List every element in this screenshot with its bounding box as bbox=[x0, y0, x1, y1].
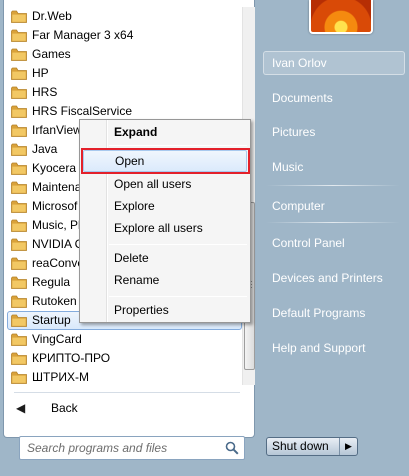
program-folder-label: Dr.Web bbox=[32, 9, 72, 23]
folder-icon bbox=[11, 352, 27, 365]
folder-icon bbox=[11, 67, 27, 80]
right-separator bbox=[266, 185, 400, 186]
menu-separator bbox=[109, 244, 247, 245]
computer-link[interactable]: Computer bbox=[263, 194, 405, 218]
program-folder-label: ШТРИХ-М bbox=[32, 370, 89, 384]
search-input[interactable] bbox=[20, 437, 220, 459]
menu-item-rename[interactable]: Rename bbox=[83, 269, 247, 291]
folder-icon bbox=[11, 124, 27, 137]
program-folder-label: Games bbox=[32, 47, 71, 61]
program-folder-label: Java bbox=[32, 142, 58, 156]
folder-icon bbox=[11, 86, 27, 99]
program-folder-label: Regula bbox=[32, 275, 71, 289]
shutdown-options-arrow-icon[interactable]: ▶ bbox=[339, 438, 357, 455]
folder-icon bbox=[11, 238, 27, 251]
program-folder-item[interactable]: HP bbox=[4, 64, 242, 83]
pictures-link[interactable]: Pictures bbox=[263, 120, 405, 144]
folder-icon bbox=[11, 105, 27, 118]
program-folder-item[interactable]: VingCard bbox=[4, 330, 242, 349]
program-folder-label: Maintena bbox=[32, 180, 82, 194]
back-arrow-icon: ◀ bbox=[16, 401, 26, 415]
shutdown-button[interactable]: Shut down ▶ bbox=[266, 437, 358, 456]
devices-and-printers-link[interactable]: Devices and Printers bbox=[263, 266, 405, 290]
user-avatar[interactable] bbox=[309, 0, 373, 34]
folder-icon bbox=[11, 143, 27, 156]
program-folder-item[interactable]: HRS bbox=[4, 83, 242, 102]
program-folder-item[interactable]: ШТРИХ-М bbox=[4, 368, 242, 387]
program-folder-item[interactable]: Far Manager 3 x64 bbox=[4, 26, 242, 45]
program-folder-label: HP bbox=[32, 66, 49, 80]
folder-icon bbox=[11, 29, 27, 42]
shutdown-label: Shut down bbox=[272, 439, 329, 453]
folder-icon bbox=[11, 276, 27, 289]
open-highlight-annotation bbox=[81, 148, 250, 174]
program-folder-label: IrfanView bbox=[32, 123, 82, 137]
folder-icon bbox=[11, 219, 27, 232]
folder-icon bbox=[11, 314, 27, 327]
program-folder-label: NVIDIA C bbox=[32, 237, 84, 251]
user-name-link[interactable]: Ivan Orlov bbox=[263, 51, 405, 75]
documents-link[interactable]: Documents bbox=[263, 86, 405, 110]
program-folder-label: Music, Pl bbox=[32, 218, 81, 232]
menu-item-delete[interactable]: Delete bbox=[83, 247, 247, 269]
menu-separator bbox=[109, 145, 247, 146]
menu-item-expand[interactable]: Expand bbox=[83, 121, 247, 143]
folder-icon bbox=[11, 48, 27, 61]
program-folder-label: Far Manager 3 x64 bbox=[32, 28, 134, 42]
program-folder-label: Kyocera bbox=[32, 161, 77, 175]
folder-icon bbox=[11, 181, 27, 194]
program-folder-label: VingCard bbox=[32, 332, 82, 346]
divider bbox=[14, 392, 240, 393]
menu-item-open-all-users[interactable]: Open all users bbox=[83, 173, 247, 195]
folder-icon bbox=[11, 295, 27, 308]
folder-icon bbox=[11, 371, 27, 384]
right-separator bbox=[266, 222, 400, 223]
program-folder-label: HRS FiscalService bbox=[32, 104, 133, 118]
program-folder-item[interactable]: Dr.Web bbox=[4, 7, 242, 26]
control-panel-link[interactable]: Control Panel bbox=[263, 231, 405, 255]
music-link[interactable]: Music bbox=[263, 155, 405, 179]
program-folder-label: HRS bbox=[32, 85, 58, 99]
program-folder-label: Rutoken bbox=[32, 294, 77, 308]
folder-icon bbox=[11, 257, 27, 270]
menu-separator bbox=[109, 296, 247, 297]
program-folder-item[interactable]: КРИПТО-ПРО bbox=[4, 349, 242, 368]
program-folder-label: Microsof bbox=[32, 199, 78, 213]
menu-item-explore-all-users[interactable]: Explore all users bbox=[83, 217, 247, 239]
program-folder-label: КРИПТО-ПРО bbox=[32, 351, 111, 365]
menu-item-properties[interactable]: Properties bbox=[83, 299, 247, 321]
folder-icon bbox=[11, 333, 27, 346]
default-programs-link[interactable]: Default Programs bbox=[263, 301, 405, 325]
menu-item-explore[interactable]: Explore bbox=[83, 195, 247, 217]
search-box[interactable] bbox=[19, 436, 245, 460]
program-folder-item[interactable]: Games bbox=[4, 45, 242, 64]
search-icon bbox=[225, 441, 239, 455]
folder-icon bbox=[11, 200, 27, 213]
program-folder-label: reaConve bbox=[32, 256, 85, 270]
program-folder-label: Startup bbox=[32, 313, 71, 327]
folder-icon bbox=[11, 162, 27, 175]
folder-icon bbox=[11, 10, 27, 23]
back-label: Back bbox=[51, 401, 78, 415]
help-and-support-link[interactable]: Help and Support bbox=[263, 336, 405, 360]
